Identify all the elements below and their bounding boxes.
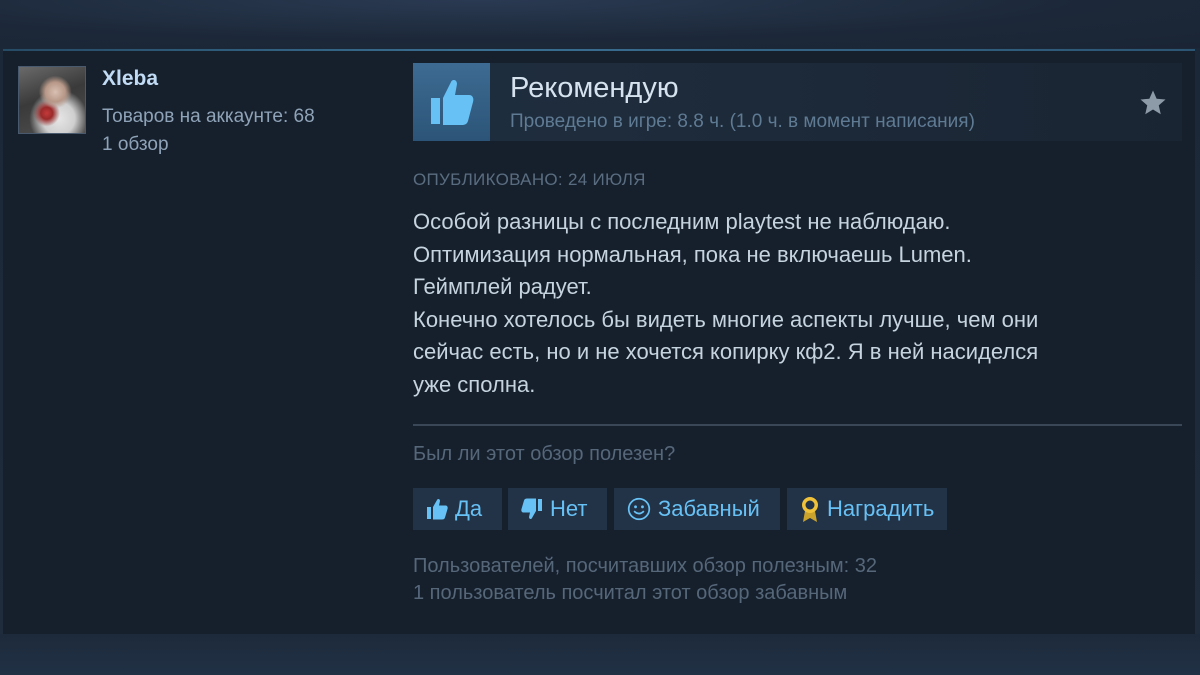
divider [413,424,1182,426]
review-verdict[interactable]: Рекомендую [510,72,679,105]
vote-no-label: Нет [550,496,588,521]
review-card-border [3,49,1195,51]
review-line: уже сполна. [413,371,536,397]
hours-played: Проведено в игре: 8.8 ч. (1.0 ч. в момен… [510,111,975,132]
author-products-count[interactable]: Товаров на аккаунте: 68 [102,106,315,128]
star-icon[interactable] [1136,86,1170,120]
author-avatar[interactable] [18,66,86,134]
vote-yes-button[interactable]: Да [413,488,502,530]
review-text: Особой разницы с последним playtest не н… [413,206,1173,401]
award-ribbon-icon [799,495,821,523]
vote-no-button[interactable]: Нет [508,488,607,530]
review-line: сейчас есть, но и не хочется копирку кф2… [413,339,1039,364]
review-line: Оптимизация нормальная, пока не включаеш… [413,241,972,267]
vote-yes-label: Да [455,496,483,521]
helpful-question: Был ли этот обзор полезен? [413,443,676,465]
funny-count: 1 пользователь посчитал этот обзор забав… [413,582,848,604]
verdict-thumbs-up-icon [413,63,490,141]
page-header-backdrop [0,0,1200,48]
thumbs-down-icon [520,497,544,521]
review-line: Особой разницы с последним playtest не н… [413,209,951,234]
page-footer-backdrop [0,634,1200,675]
award-button[interactable]: Наградить [787,488,947,530]
author-reviews-count[interactable]: 1 обзор [102,134,169,156]
posted-date: ОПУБЛИКОВАНО: 24 ИЮЛЯ [413,170,646,189]
smiley-icon [626,496,652,522]
vote-funny-label: Забавный [658,496,760,521]
helpful-count: Пользователей, посчитавших обзор полезны… [413,555,878,577]
vote-funny-button[interactable]: Забавный [614,488,780,530]
review-line: Конечно хотелось бы видеть многие аспект… [413,306,1039,332]
author-name[interactable]: Xleba [102,67,158,91]
review-line: Геймплей радует. [413,274,592,299]
thumbs-up-icon [425,497,449,521]
thumbs-up-icon [430,79,473,125]
award-label: Наградить [827,496,935,521]
